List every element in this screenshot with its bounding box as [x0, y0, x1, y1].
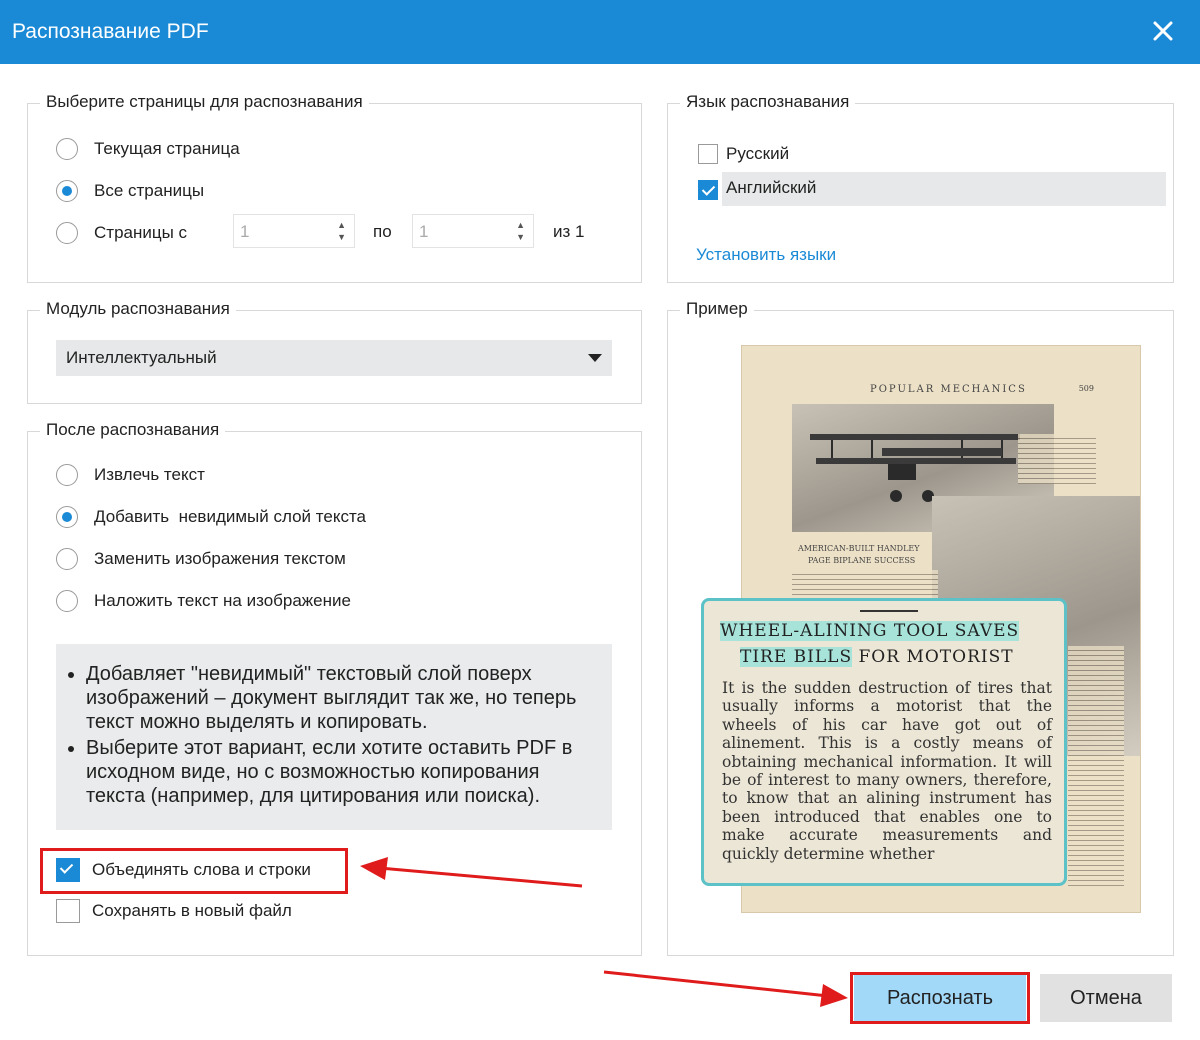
annotation-arrow-icon — [603, 970, 848, 1007]
annotation-arrows — [360, 857, 848, 1007]
annotation-arrow-icon — [360, 857, 583, 888]
